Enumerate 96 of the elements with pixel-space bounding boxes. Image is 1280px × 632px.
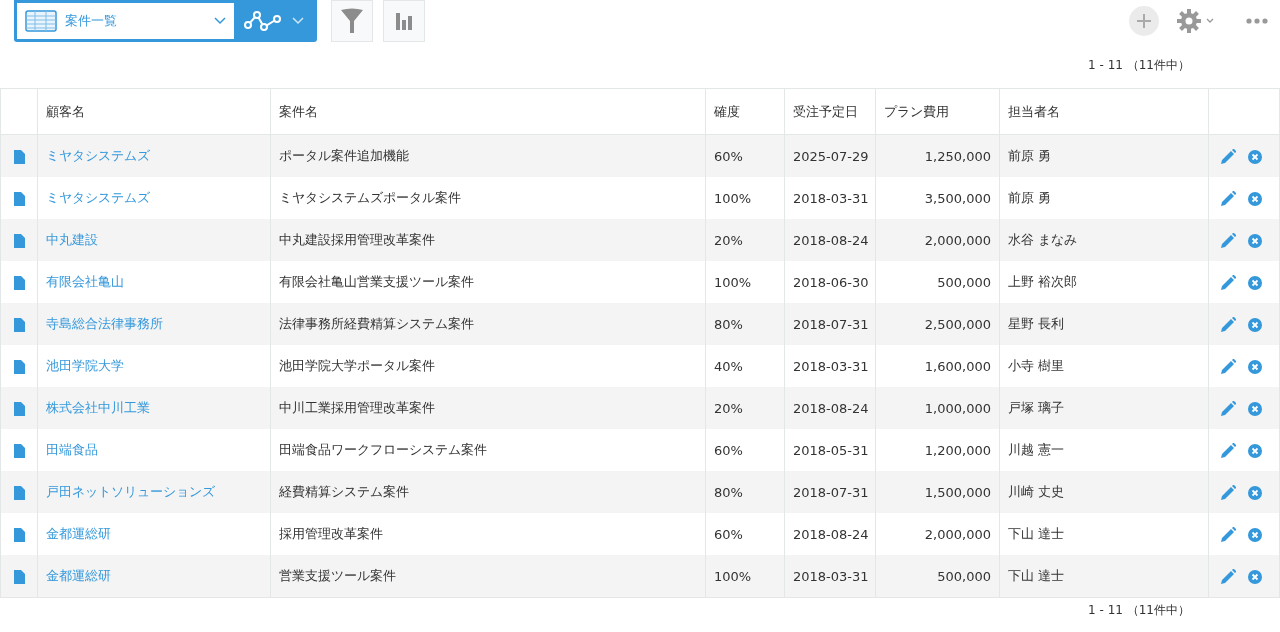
edit-pencil-icon[interactable] [1221,149,1236,164]
filter-button[interactable] [331,0,373,42]
document-icon[interactable] [13,401,25,416]
funnel-icon [340,8,364,34]
document-icon[interactable] [13,485,25,500]
table-cell: 1,250,000 [875,134,1000,177]
customer-link[interactable]: 有限会社亀山 [46,274,124,289]
table-cell: 60% [705,134,785,177]
customer-link[interactable]: 池田学院大学 [46,358,124,373]
delete-icon[interactable] [1248,443,1262,458]
pagination-info: 1 - 11 （11件中） [1088,602,1190,619]
table-cell: 下山 達士 [999,555,1209,598]
table-icon [25,10,57,32]
column-header[interactable]: 確度 [705,88,785,135]
edit-pencil-icon[interactable] [1221,317,1236,332]
table-cell: 2018-03-31 [784,555,876,598]
edit-pencil-icon[interactable] [1221,569,1236,584]
column-header[interactable]: 顧客名 [37,88,271,135]
line-graph-icon [244,10,282,32]
table-cell: 20% [705,387,785,429]
table-cell: 法律事務所経費精算システム案件 [270,303,706,345]
column-header[interactable]: 案件名 [270,88,706,135]
customer-link[interactable]: ミヤタシステムズ [46,148,150,163]
delete-icon[interactable] [1248,275,1262,290]
bar-chart-icon [395,11,413,31]
caret-icon [1206,18,1214,24]
customer-link[interactable]: 金都運総研 [46,568,111,583]
table-cell: 前原 勇 [999,134,1209,177]
delete-icon[interactable] [1248,569,1262,584]
document-icon[interactable] [13,527,25,542]
table-cell: 中川工業採用管理改革案件 [270,387,706,429]
ellipsis-icon [1246,18,1268,24]
view-select[interactable]: 案件一覧 [17,3,234,39]
table-cell: 80% [705,471,785,513]
document-icon[interactable] [13,275,25,290]
edit-pencil-icon[interactable] [1221,233,1236,248]
column-header[interactable]: プラン費用 [875,88,1000,135]
table-cell: 経費精算システム案件 [270,471,706,513]
edit-pencil-icon[interactable] [1221,191,1236,206]
document-icon[interactable] [13,149,25,164]
customer-link[interactable]: 金都運総研 [46,526,111,541]
table-cell: 2018-07-31 [784,303,876,345]
column-header[interactable]: 担当者名 [999,88,1209,135]
table-cell: 20% [705,219,785,261]
table-cell: 水谷 まなみ [999,219,1209,261]
table-cell: 2,500,000 [875,303,1000,345]
table-cell: 星野 長利 [999,303,1209,345]
table-cell: 80% [705,303,785,345]
chevron-down-icon [214,17,226,25]
document-icon[interactable] [13,443,25,458]
table-cell: 2,000,000 [875,219,1000,261]
customer-link[interactable]: 寺島総合法律事務所 [46,316,163,331]
delete-icon[interactable] [1248,527,1262,542]
edit-pencil-icon[interactable] [1221,401,1236,416]
edit-pencil-icon[interactable] [1221,443,1236,458]
delete-icon[interactable] [1248,359,1262,374]
edit-pencil-icon[interactable] [1221,359,1236,374]
document-icon[interactable] [13,569,25,584]
table-cell: 川崎 丈史 [999,471,1209,513]
table-cell: 1,000,000 [875,387,1000,429]
document-icon[interactable] [13,233,25,248]
edit-pencil-icon[interactable] [1221,485,1236,500]
table-cell: 1,500,000 [875,471,1000,513]
document-icon[interactable] [13,317,25,332]
delete-icon[interactable] [1248,317,1262,332]
add-button[interactable] [1129,6,1159,36]
customer-link[interactable]: 田端食品 [46,442,98,457]
pagination-info: 1 - 11 （11件中） [1088,56,1190,74]
settings-icon [1177,9,1201,33]
delete-icon[interactable] [1248,401,1262,416]
customer-link[interactable]: ミヤタシステムズ [46,190,150,205]
edit-pencil-icon[interactable] [1221,527,1236,542]
table-cell: 2018-08-24 [784,387,876,429]
table-cell: ポータル案件追加機能 [270,134,706,177]
delete-icon[interactable] [1248,149,1262,164]
chevron-down-icon [292,17,304,25]
chart-button[interactable] [383,0,425,42]
document-icon[interactable] [13,359,25,374]
table-cell: 中丸建設採用管理改革案件 [270,219,706,261]
view-name: 案件一覧 [65,12,118,30]
table-cell: 2018-08-24 [784,219,876,261]
column-header[interactable]: 受注予定日 [784,88,876,135]
table-cell: 2018-07-31 [784,471,876,513]
table-cell: 営業支援ツール案件 [270,555,706,598]
edit-pencil-icon[interactable] [1221,275,1236,290]
plus-icon [1136,13,1152,29]
table-cell: 2025-07-29 [784,134,876,177]
table-cell: 100% [705,555,785,598]
delete-icon[interactable] [1248,233,1262,248]
delete-icon[interactable] [1248,191,1262,206]
customer-link[interactable]: 株式会社中川工業 [46,400,150,415]
table-cell: 戸塚 璃子 [999,387,1209,429]
document-icon[interactable] [13,191,25,206]
delete-icon[interactable] [1248,485,1262,500]
customer-link[interactable]: 中丸建設 [46,232,98,247]
table-cell: 500,000 [875,555,1000,598]
